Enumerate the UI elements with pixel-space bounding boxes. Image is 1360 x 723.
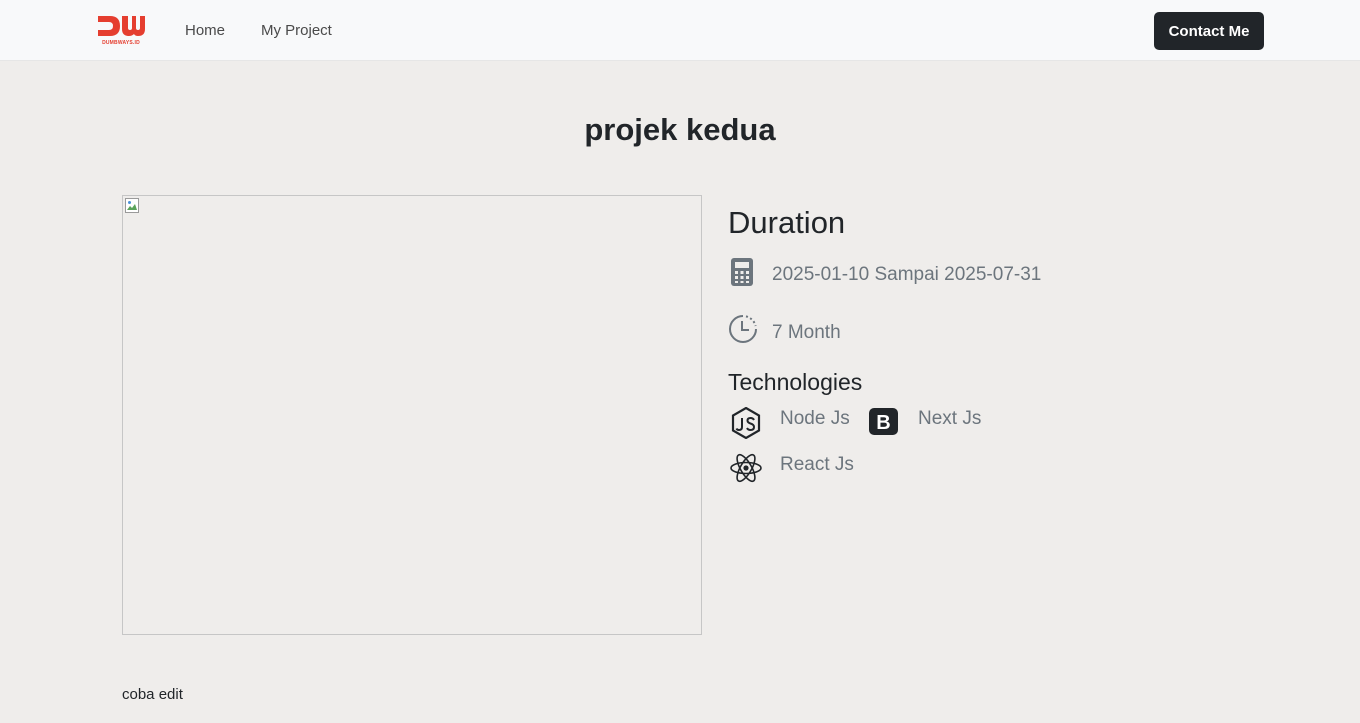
svg-text:B: B [876,412,890,434]
duration-text: 7 Month [772,322,841,343]
nodejs-icon [731,407,761,439]
tech-label-react-js: React Js [780,454,854,475]
logo-subtext: DUMBWAYS.ID [102,40,140,46]
technologies-heading: Technologies [728,369,863,395]
date-range-text: 2025-01-10 Sampai 2025-07-31 [772,264,1042,285]
dumbways-logo[interactable]: DUMBWAYS.ID [96,13,146,49]
project-description: coba edit [122,686,183,703]
tech-label-node-js: Node Js [780,408,850,429]
duration-heading: Duration [728,205,846,240]
clock-icon [729,315,757,343]
calculator-icon [731,258,753,286]
project-image [122,195,702,635]
logo-mark-icon [98,16,145,36]
tech-label-next-js: Next Js [918,408,982,429]
broken-image-icon [125,198,139,213]
bootstrap-icon: B [869,408,898,435]
react-icon [730,453,762,483]
nav-link-my-project[interactable]: My Project [261,22,332,40]
page-title: projek kedua [584,112,776,147]
contact-me-button[interactable]: Contact Me [1154,12,1264,50]
navbar: DUMBWAYS.ID Home My Project Contact Me [0,0,1360,61]
nav-link-home[interactable]: Home [185,22,225,40]
